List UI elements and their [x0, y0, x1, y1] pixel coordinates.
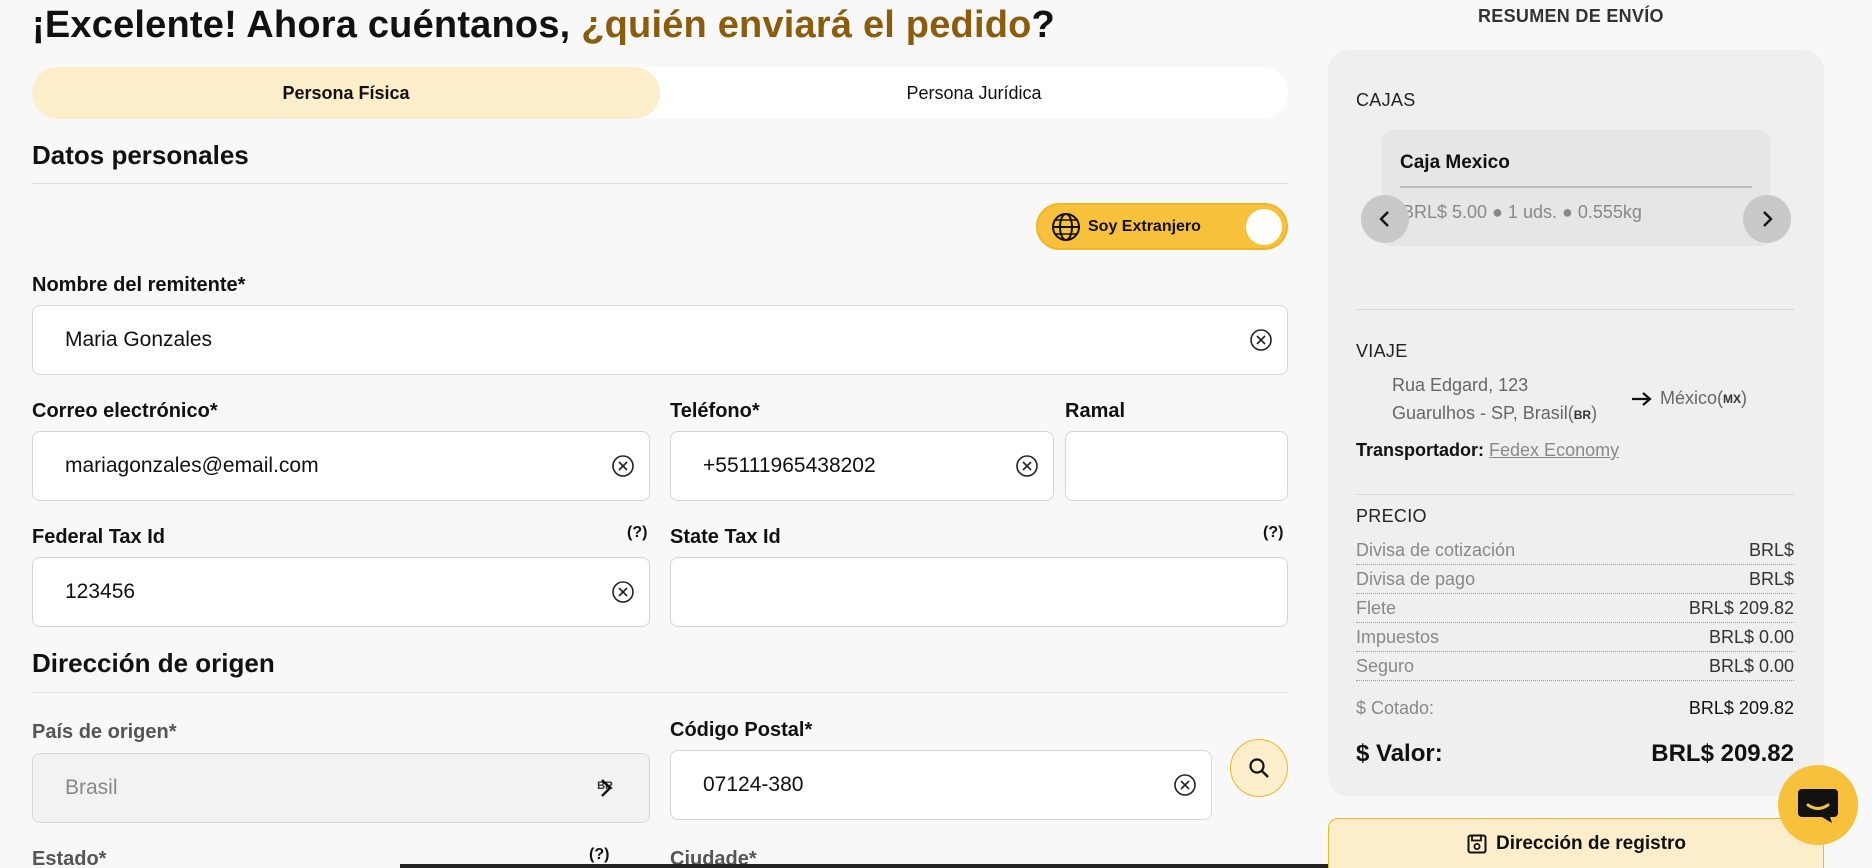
summary-heading: RESUMEN DE ENVÍO [1478, 6, 1664, 26]
clear-icon[interactable] [1015, 454, 1039, 478]
toggle-knob[interactable] [1246, 209, 1282, 245]
chevron-left-icon [1379, 211, 1389, 227]
email-field[interactable]: mariagonzales@email.com [32, 431, 650, 501]
federal-tax-field[interactable]: 123456 [32, 557, 650, 627]
price-row: Divisa de cotización BRL$ [1356, 536, 1794, 565]
chat-icon [1798, 789, 1838, 823]
tab-persona-juridica[interactable]: Persona Jurídica [660, 67, 1288, 119]
price-row: Divisa de pago BRL$ [1356, 565, 1794, 594]
clear-icon[interactable] [611, 580, 635, 604]
phone-value: +55111965438202 [703, 454, 876, 477]
clear-icon[interactable] [611, 454, 635, 478]
divider [1356, 494, 1794, 495]
box-name: Caja Mexico [1400, 152, 1510, 173]
price-title: PRECIO [1356, 506, 1427, 526]
country-value: Brasil [65, 776, 118, 799]
price-row: Seguro BRL$ 0.00 [1356, 652, 1794, 681]
state-help[interactable]: (?) [589, 846, 609, 864]
chevron-right-icon [1763, 211, 1773, 227]
postal-label: Código Postal* [670, 719, 813, 741]
save-icon [1467, 834, 1487, 854]
tab-persona-fisica[interactable]: Persona Física [32, 67, 660, 119]
box-underline [1400, 186, 1752, 188]
search-icon [1249, 758, 1269, 778]
price-row: Flete BRL$ 209.82 [1356, 594, 1794, 623]
state-tax-label: State Tax Id [670, 526, 781, 548]
phone-field[interactable]: +55111965438202 [670, 431, 1054, 501]
trip-title: VIAJE [1356, 341, 1408, 361]
arrow-right-icon [1632, 391, 1652, 406]
email-value: mariagonzales@email.com [65, 454, 319, 477]
trip-origin-line2: Guarulhos - SP, Brasil(BR) [1392, 403, 1598, 423]
sender-name-label: Nombre del remitente* [32, 274, 246, 296]
divider [32, 692, 1288, 693]
carousel-prev-button[interactable] [1361, 195, 1409, 243]
register-address-button[interactable]: Dirección de registro [1328, 818, 1824, 868]
total-row: $ Valor: BRL$ 209.82 [1356, 740, 1794, 767]
state-tax-field[interactable] [670, 557, 1288, 627]
postal-value: 07124-380 [703, 773, 804, 796]
chevron-right-icon [601, 779, 612, 797]
ramal-label: Ramal [1065, 400, 1126, 422]
horizontal-scrollbar[interactable] [400, 864, 1330, 868]
email-label: Correo electrónico* [32, 400, 218, 422]
postal-search-button[interactable] [1230, 739, 1288, 797]
state-tax-help[interactable]: (?) [1263, 524, 1283, 542]
federal-tax-label: Federal Tax Id [32, 526, 166, 548]
state-label: Estado* [32, 848, 107, 868]
box-info: BRL$ 5.00 ● 1 uds. ● 0.555kg [1402, 202, 1642, 222]
phone-label: Teléfono* [670, 400, 760, 422]
chat-button[interactable] [1778, 765, 1858, 845]
country-field[interactable]: Brasil BR [32, 753, 650, 823]
federal-tax-help[interactable]: (?) [627, 524, 647, 542]
divider [32, 183, 1288, 184]
box-card [1382, 130, 1770, 246]
person-type-tabs: Persona Física Persona Jurídica [32, 67, 1288, 119]
carrier-link[interactable]: Fedex Economy [1489, 440, 1619, 460]
sender-name-value: Maria Gonzales [65, 328, 213, 351]
divider [1356, 309, 1794, 310]
boxes-title: CAJAS [1356, 90, 1416, 110]
carousel-next-button[interactable] [1743, 195, 1791, 243]
section-title-personal: Datos personales [32, 140, 249, 170]
page: ¡Excelente! Ahora cuéntanos, ¿quién envi… [0, 0, 1872, 868]
foreigner-toggle[interactable]: Soy Extranjero [1036, 203, 1288, 250]
clear-icon[interactable] [1249, 328, 1273, 352]
sender-name-field[interactable]: Maria Gonzales [32, 305, 1288, 375]
globe-icon [1052, 212, 1080, 241]
trip-origin-line1: Rua Edgard, 123 [1392, 375, 1529, 395]
federal-tax-value: 123456 [65, 580, 136, 603]
carrier-row: Transportador: Fedex Economy [1356, 440, 1620, 460]
country-label: País de origen* [32, 721, 177, 743]
postal-field[interactable]: 07124-380 [670, 750, 1212, 820]
clear-icon[interactable] [1173, 773, 1197, 797]
price-row: Impuestos BRL$ 0.00 [1356, 623, 1794, 652]
section-title-origin: Dirección de origen [32, 648, 275, 678]
ramal-field[interactable] [1065, 431, 1288, 501]
quoted-row: $ Cotado: BRL$ 209.82 [1356, 698, 1794, 718]
trip-destination: México(MX) [1630, 388, 1747, 409]
page-title: ¡Excelente! Ahora cuéntanos, ¿quién envi… [32, 4, 1055, 46]
toggle-label: Soy Extranjero [1088, 217, 1201, 235]
